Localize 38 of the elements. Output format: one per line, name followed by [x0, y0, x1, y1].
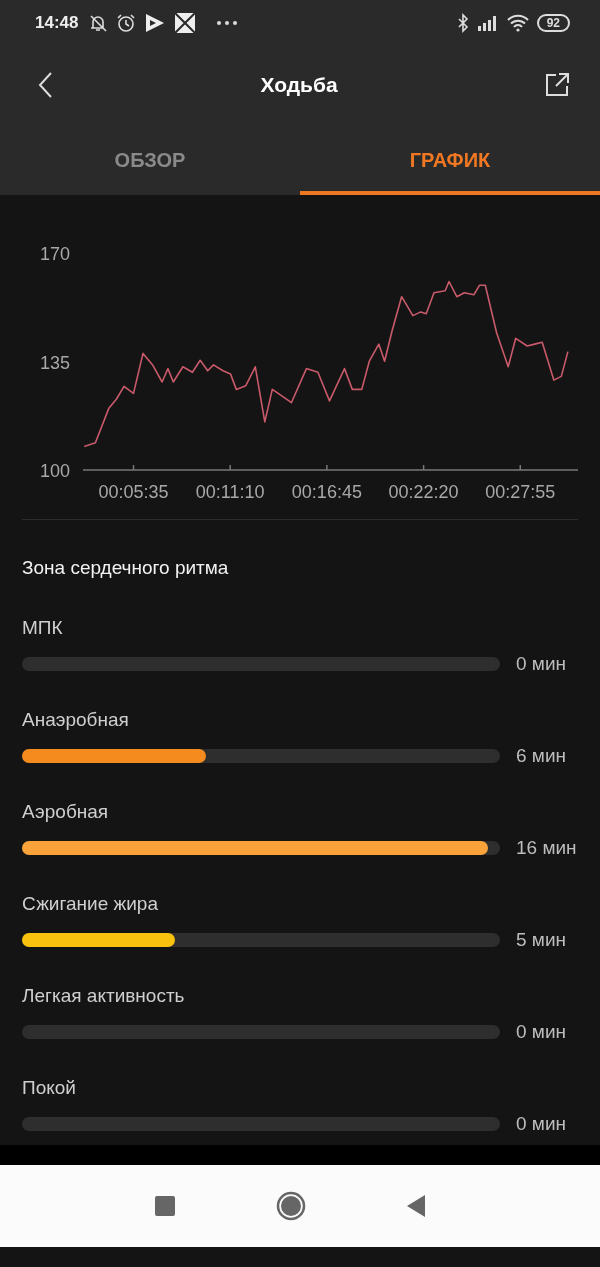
back-chevron-icon — [38, 71, 54, 99]
battery-indicator: 92 — [536, 13, 570, 32]
zone-label: Анаэробная — [22, 709, 129, 731]
app-logo-icon — [174, 11, 197, 34]
axis-label: 00:05:35 — [98, 482, 169, 502]
zone-label: МПК — [22, 617, 63, 639]
section-title: Зона сердечного ритма — [22, 557, 230, 579]
zone-label: Покой — [22, 1077, 76, 1099]
axis-label: 00:27:55 — [485, 482, 556, 502]
zone-duration: 0 мин — [516, 1113, 566, 1135]
back-button[interactable] — [406, 1194, 426, 1218]
share-icon — [544, 72, 570, 98]
signal-icon — [476, 14, 499, 31]
page-title: Ходьба — [260, 73, 338, 97]
axis-label: 170 — [39, 244, 70, 264]
muted-bell-icon — [88, 12, 109, 33]
bluetooth-icon — [456, 12, 469, 33]
zone-duration: 0 мин — [516, 1021, 566, 1043]
axis-label: 135 — [39, 352, 70, 373]
home-button[interactable] — [276, 1191, 306, 1221]
zone-duration: 5 мин — [516, 929, 566, 951]
alarm-clock-icon — [116, 12, 137, 33]
axis-label: 100 — [39, 461, 70, 481]
zone-label: Сжигание жира — [22, 893, 158, 915]
more-dots-icon — [216, 19, 239, 26]
zone-label: Легкая активность — [22, 985, 185, 1007]
zone-duration: 0 мин — [516, 653, 566, 675]
axis-label: 00:22:20 — [388, 482, 459, 502]
axis-label: 00:16:45 — [291, 482, 362, 502]
tab[interactable]: ГРАФИК — [300, 125, 600, 195]
clock-time: 14:48 — [35, 12, 79, 33]
tab[interactable]: ОБЗОР — [0, 125, 300, 195]
axis-label: 00:11:10 — [195, 482, 265, 502]
zone-duration: 16 мин — [516, 837, 577, 859]
zone-label: Аэробная — [22, 801, 109, 823]
recent-apps-button[interactable] — [154, 1195, 176, 1217]
wifi-icon — [506, 13, 529, 32]
zone-duration: 6 мин — [516, 745, 566, 767]
